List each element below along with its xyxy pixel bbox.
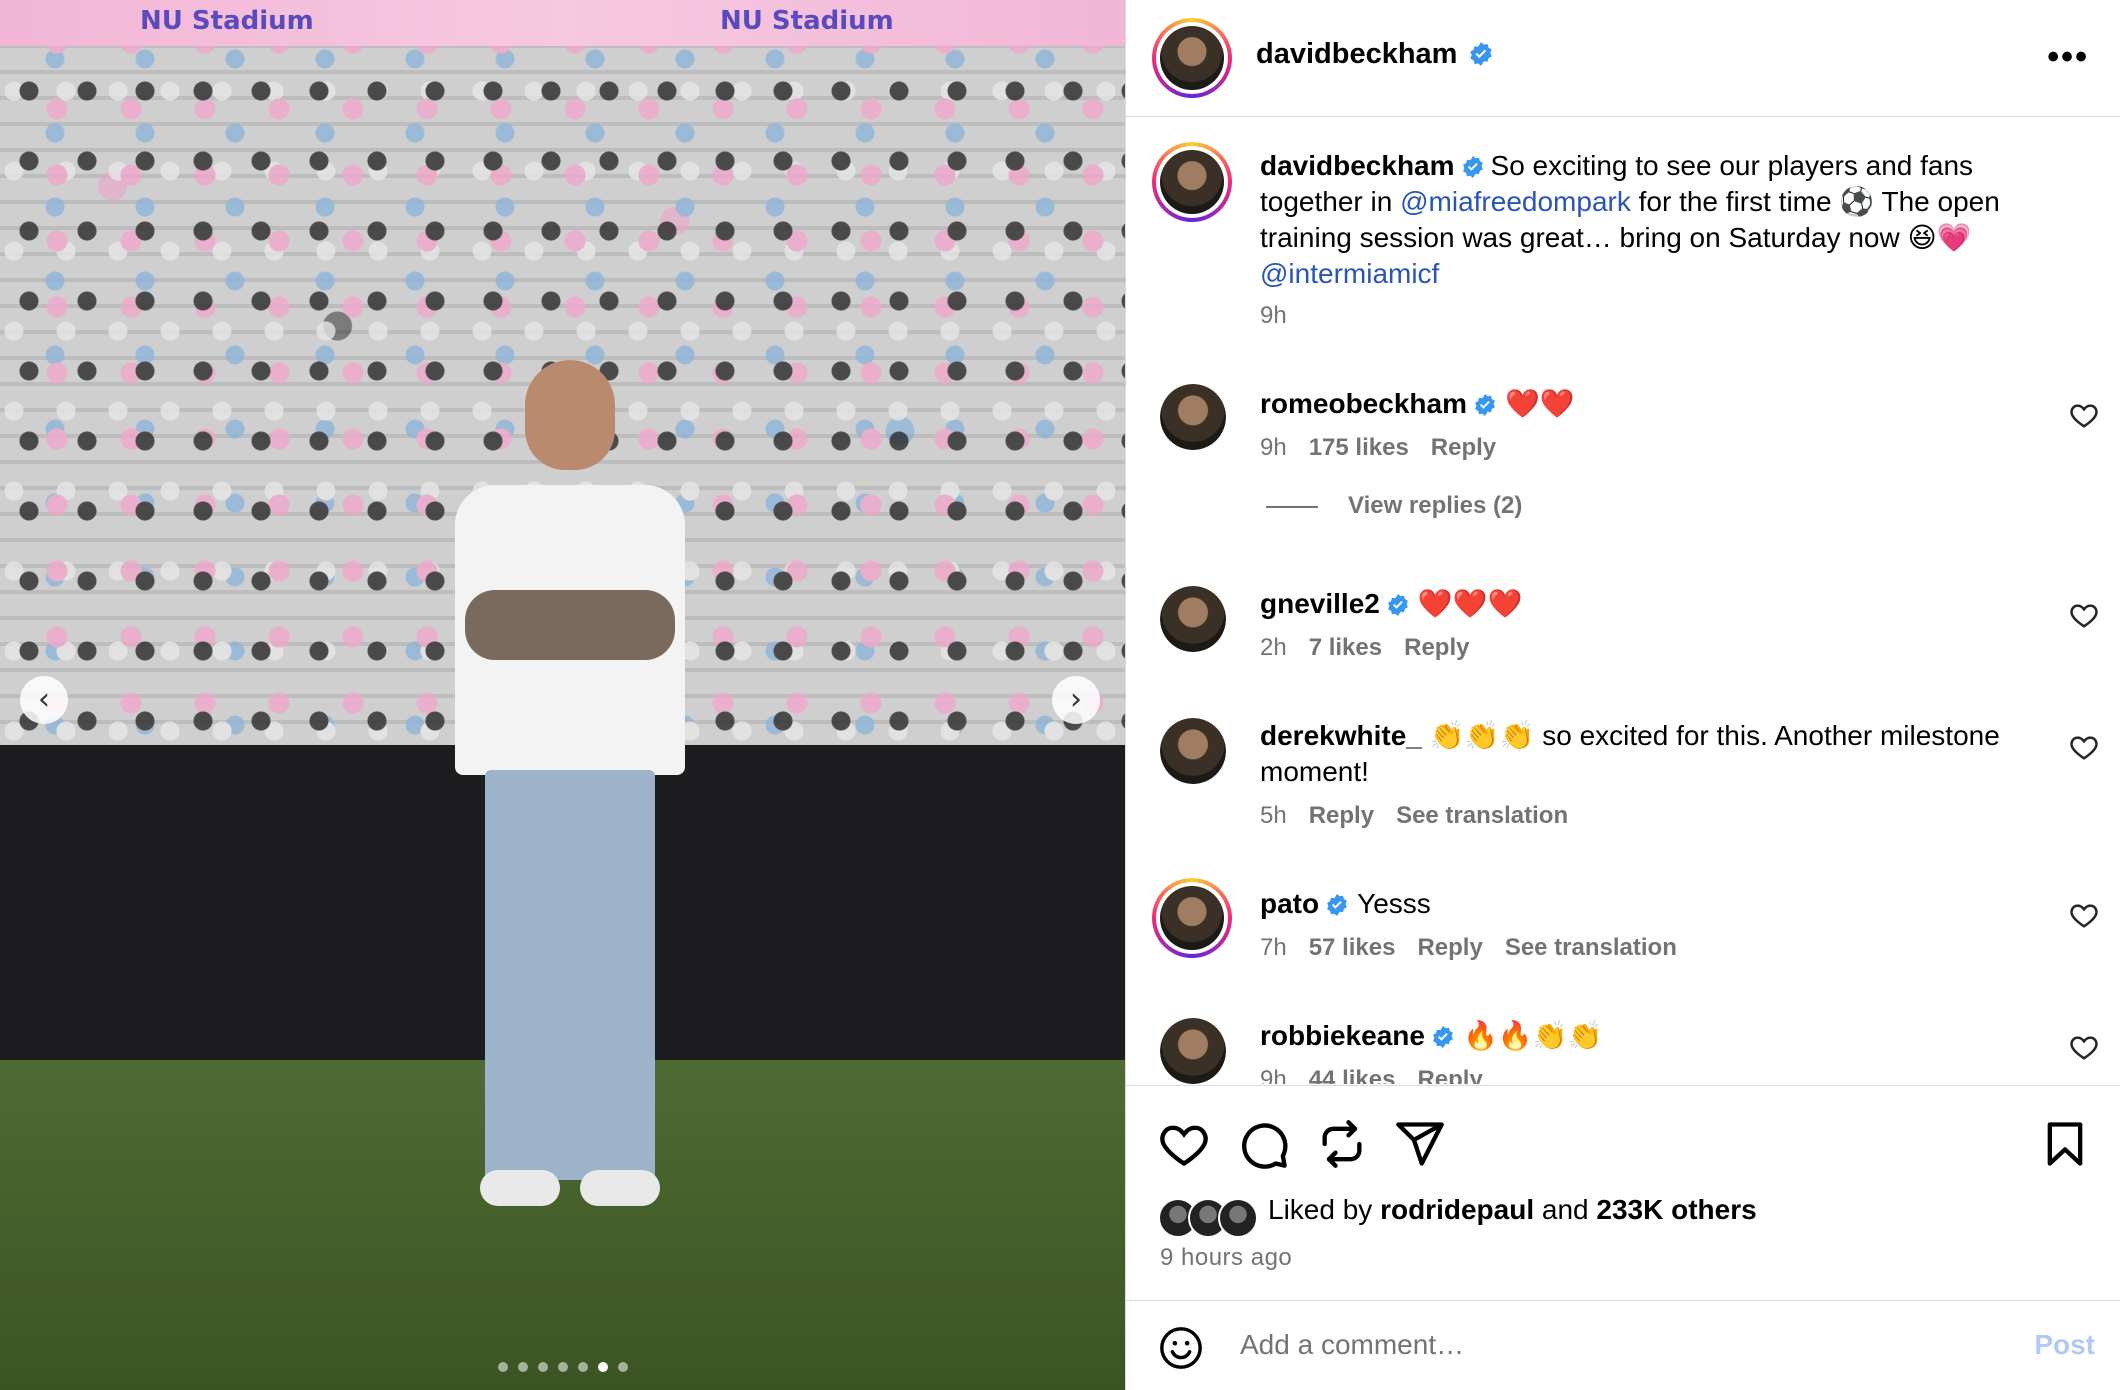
like-comment-heart-icon[interactable] [2069,400,2099,430]
repost-icon[interactable] [1316,1118,1368,1170]
like-comment-heart-icon[interactable] [2069,600,2099,630]
verified-badge-icon [1327,894,1348,916]
verified-badge-icon [1475,394,1495,416]
comment: romeobeckham ❤️❤️ 9h 175 likes Reply View r… [1260,386,2020,520]
caption-avatar[interactable] [1152,142,1232,222]
post-actions: Liked by rodridepaul and 233K others 9 h… [1126,1085,2120,1299]
carousel-dot [517,1362,528,1372]
reply-button[interactable]: Reply [1417,934,1482,961]
carousel-dot [537,1362,548,1372]
stadium-banner: NU Stadium NU Stadium [0,0,1125,46]
add-comment-bar: Add a comment… Post [1126,1300,2120,1390]
like-comment-heart-icon[interactable] [2069,732,2099,762]
see-translation-button[interactable]: See translation [1396,802,1568,829]
post-side-panel: davidbeckham ••• davidbeckham So exciting… [1125,0,2120,1390]
comment-time: 9h [1260,1066,1287,1084]
previous-photo-button[interactable]: ‹ [20,676,68,724]
liked-by-user-link[interactable]: rodridepaul [1380,1194,1534,1225]
comment: derekwhite_ 👏👏👏 so excited for this. Anot… [1260,718,2020,830]
comment-bubble-icon[interactable] [1238,1118,1290,1170]
comment-avatar[interactable] [1160,1018,1226,1084]
carousel-dot-active [597,1362,608,1372]
reply-button[interactable]: Reply [1309,802,1374,829]
banner-text: NU Stadium [720,6,894,36]
chevron-left-icon: ‹ [38,682,50,717]
chevron-right-icon: › [1070,682,1082,717]
comment-time: 5h [1260,802,1287,829]
emoji-icon[interactable] [1158,1325,1204,1371]
like-comment-heart-icon[interactable] [2069,900,2099,930]
add-comment-input[interactable]: Add a comment… [1240,1329,1464,1361]
comment: robbiekeane 🔥🔥👏👏 9h 44 likes Reply [1260,1018,2020,1084]
like-heart-icon[interactable] [1158,1118,1210,1170]
verified-badge-icon [1462,156,1483,178]
comments-list[interactable]: davidbeckham So exciting to see our playe… [1126,118,2120,1084]
comment-time: 2h [1260,634,1287,661]
comment-likes[interactable]: 175 likes [1309,434,1409,461]
comment-username[interactable]: gneville2 [1260,588,1380,619]
caption-username[interactable]: davidbeckham [1260,150,1455,181]
reply-button[interactable]: Reply [1417,1066,1482,1084]
comment-username[interactable]: romeobeckham [1260,388,1467,419]
mention-link[interactable]: @intermiamicf [1260,258,1439,289]
comment-username[interactable]: robbiekeane [1260,1020,1425,1051]
view-replies-button[interactable]: View replies (2) [1260,492,2020,520]
comment-text: 🔥🔥👏👏 [1462,1020,1603,1051]
author-avatar[interactable] [1152,18,1232,98]
mention-link[interactable]: @miafreedompark [1400,186,1631,217]
author-username[interactable]: davidbeckham [1256,38,1457,70]
comment-username[interactable]: pato [1260,888,1319,919]
carousel-dot [617,1362,628,1372]
post-time: 9 hours ago [1160,1244,1293,1271]
carousel-indicator [0,1362,1125,1372]
instagram-post-view: NU Stadium NU Stadium ‹ › davidbeckham •… [0,0,2120,1390]
liked-by-text: Liked by rodridepaul and 233K others [1268,1194,1757,1225]
verified-badge-icon [1387,594,1408,616]
comment-likes[interactable]: 57 likes [1309,934,1396,961]
post-header: davidbeckham ••• [1126,0,2120,117]
comment-text: ❤️❤️ [1504,388,1575,419]
comment-text: ❤️❤️❤️ [1417,588,1523,619]
comment-likes[interactable]: 7 likes [1309,634,1382,661]
verified-badge-icon [1470,42,1492,66]
see-translation-button[interactable]: See translation [1505,934,1677,961]
caption-block: davidbeckham So exciting to see our playe… [1260,148,2080,330]
share-send-icon[interactable] [1394,1118,1446,1170]
comment-text: Yesss [1357,888,1431,919]
comment: gneville2 ❤️❤️❤️ 2h 7 likes Reply [1260,586,2020,662]
comment-avatar[interactable] [1160,586,1226,652]
comment-avatar[interactable] [1152,878,1232,958]
comment-likes[interactable]: 44 likes [1309,1066,1396,1084]
likes-count-link[interactable]: 233K others [1596,1194,1756,1225]
carousel-dot [557,1362,568,1372]
comment-username[interactable]: derekwhite_ [1260,720,1422,751]
comment-avatar[interactable] [1160,384,1226,450]
carousel-dot [577,1362,588,1372]
reply-button[interactable]: Reply [1404,634,1469,661]
comment-time: 7h [1260,934,1287,961]
like-comment-heart-icon[interactable] [2069,1032,2099,1062]
banner-text: NU Stadium [140,6,314,36]
carousel-dot [497,1362,508,1372]
next-photo-button[interactable]: › [1052,676,1100,724]
more-options-button[interactable]: ••• [2047,40,2089,74]
verified-badge-icon [1433,1026,1453,1048]
post-photo[interactable]: NU Stadium NU Stadium ‹ › [0,0,1125,1390]
comment-time: 9h [1260,434,1287,461]
caption-time: 9h [1260,302,1287,329]
post-comment-button[interactable]: Post [2034,1329,2095,1361]
comment-avatar[interactable] [1160,718,1226,784]
reply-button[interactable]: Reply [1431,434,1496,461]
save-bookmark-icon[interactable] [2039,1118,2091,1170]
man-standing-on-pitch [455,360,685,1220]
comment: pato Yesss 7h 57 likes Reply See translation [1260,886,2020,962]
liked-by-avatars [1158,1198,1262,1238]
